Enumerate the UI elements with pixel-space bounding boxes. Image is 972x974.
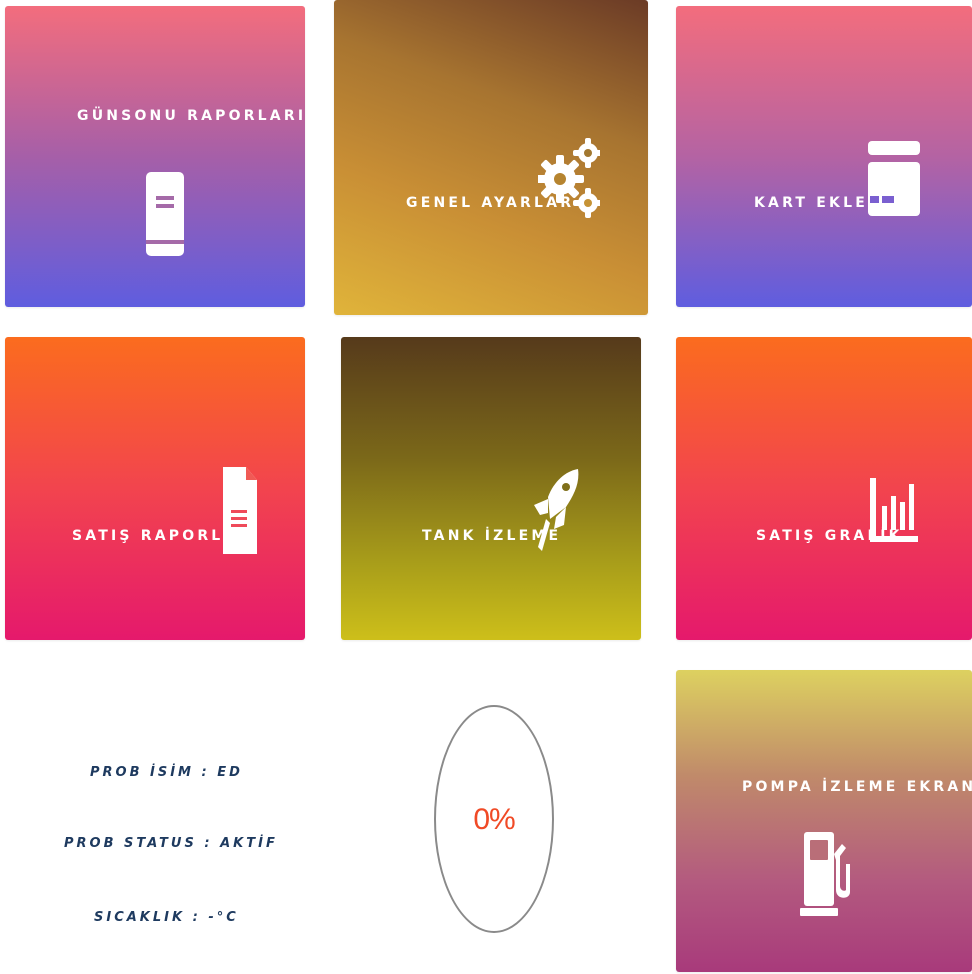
tile-satis-raporlari[interactable]: SATIŞ RAPORLARI <box>5 337 305 640</box>
tile-kart-ekleme[interactable]: KART EKLEME <box>676 6 972 307</box>
tile-gunsonu-raporlari[interactable]: GÜNSONU RAPORLARI <box>5 6 305 307</box>
rocket-icon <box>532 467 582 553</box>
tile-pompa-izleme-ekrani[interactable]: POMPA İZLEME EKRANI <box>676 670 972 972</box>
fuel-pump-icon <box>800 830 854 918</box>
tile-gunsonu-label: GÜNSONU RAPORLARI <box>77 108 305 124</box>
gears-icon <box>538 135 600 221</box>
probe-status-line: PROB STATUS : AKTİF <box>64 836 278 851</box>
book-icon <box>144 170 186 258</box>
tank-level-value: 0% <box>473 803 515 836</box>
probe-name-line: PROB İSİM : ED <box>90 765 243 780</box>
probe-temperature-line: SICAKLIK : -°C <box>94 910 239 925</box>
tank-level-gauge: 0% <box>434 705 554 933</box>
tile-pompa-label: POMPA İZLEME EKRANI <box>742 779 972 795</box>
tile-satis-grafik[interactable]: SATIŞ GRAFİK <box>676 337 972 640</box>
document-icon <box>222 466 258 556</box>
tile-tank-izleme[interactable]: TANK İZLEME <box>341 337 641 640</box>
credit-card-icon <box>867 140 921 218</box>
tile-genel-ayarlar[interactable]: GENEL AYARLAR <box>334 0 648 315</box>
bar-chart-icon <box>870 478 918 544</box>
